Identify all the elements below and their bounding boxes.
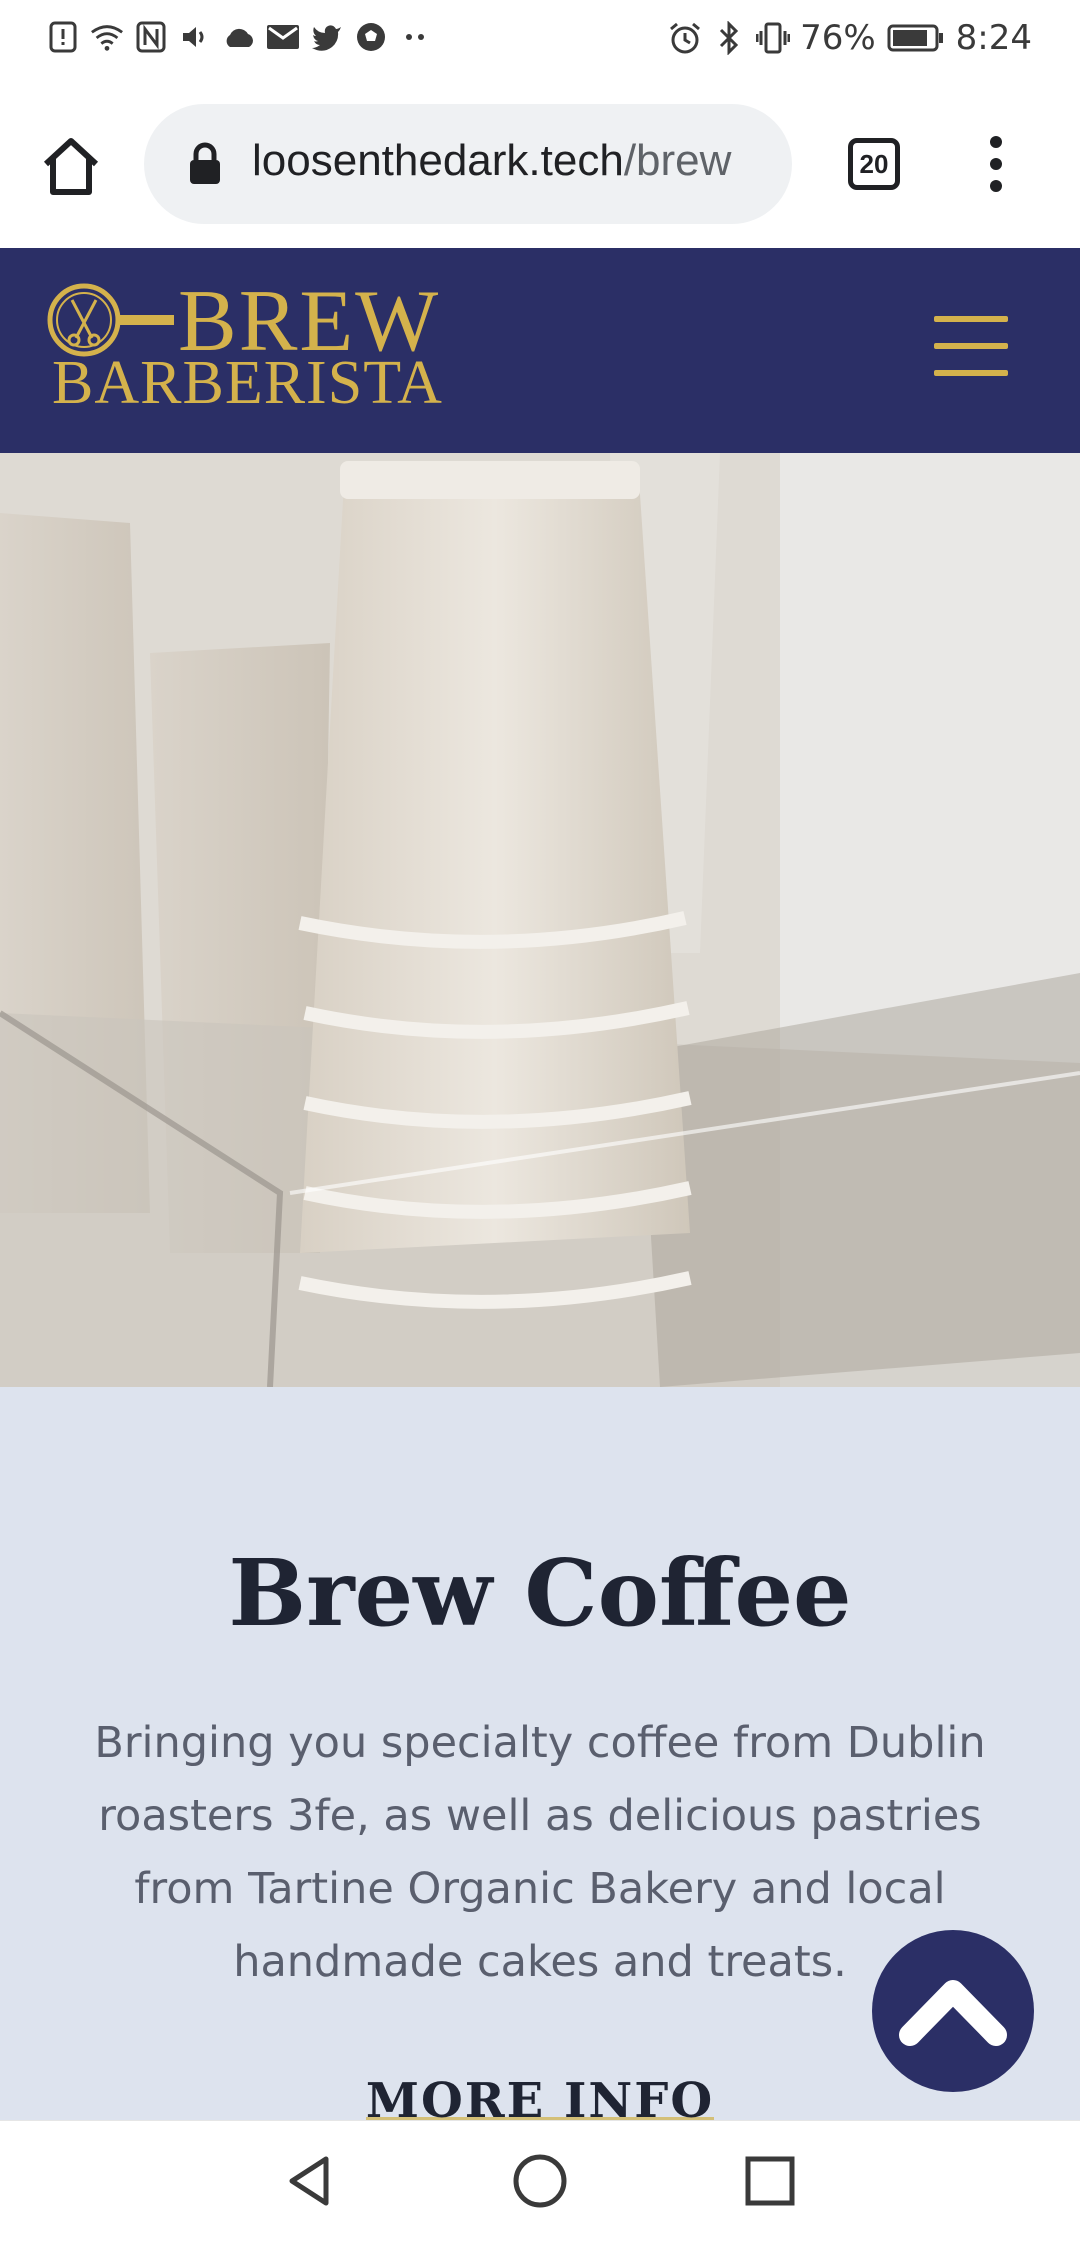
status-bar: 76% 8:24: [0, 0, 1080, 82]
lock-icon: [190, 142, 220, 184]
site-logo[interactable]: BREW BARBERISTA: [46, 274, 476, 424]
browser-menu-button[interactable]: [978, 134, 1014, 194]
bluetooth-icon: [712, 21, 746, 55]
url-domain: loosenthedark.tech: [252, 136, 624, 185]
hamburger-bar: [934, 370, 1008, 376]
logo-text-barberista: BARBERISTA: [52, 349, 443, 417]
nav-recents-button[interactable]: [740, 2151, 800, 2211]
more-info-label: MORE INFO: [365, 2073, 715, 2120]
cloud-icon: [222, 20, 256, 54]
nav-back-button[interactable]: [280, 2151, 340, 2211]
browser-toolbar: loosenthedark.tech/brew 20: [0, 82, 1080, 248]
volume-icon: [178, 20, 212, 54]
back-to-top-button[interactable]: [872, 1930, 1034, 2092]
browser-home-button[interactable]: [38, 134, 104, 200]
hamburger-bar: [934, 316, 1008, 322]
hamburger-menu-button[interactable]: [934, 316, 1008, 376]
coffee-cups-photo: [0, 453, 1080, 1387]
hero-image: [0, 453, 1080, 1387]
site-header: BREW BARBERISTA: [0, 248, 1080, 453]
alarm-icon: [668, 21, 702, 55]
status-left-icons: [46, 20, 432, 54]
status-right-icons: 76% 8:24: [668, 18, 1032, 58]
home-circle-icon: [513, 2154, 567, 2208]
back-icon: [289, 2156, 329, 2206]
section-description: Bringing you specialty coffee from Dubli…: [94, 1718, 986, 1987]
battery-icon: [886, 21, 946, 55]
football-icon: [354, 20, 388, 54]
chevron-up-icon: [899, 1980, 1007, 2046]
mail-icon: [266, 20, 300, 54]
address-bar[interactable]: loosenthedark.tech/brew: [144, 104, 792, 224]
tab-switcher-button[interactable]: 20: [848, 138, 900, 190]
battery-percent: 76%: [800, 18, 876, 58]
nav-home-button[interactable]: [510, 2151, 570, 2211]
vibrate-icon: [756, 21, 791, 55]
nfc-icon: [134, 20, 168, 54]
hamburger-bar: [934, 343, 1008, 349]
alert-icon: [46, 20, 80, 54]
recents-icon: [745, 2156, 795, 2206]
wifi-icon: [90, 20, 124, 54]
twitter-icon: [310, 20, 344, 54]
tab-count: 20: [859, 148, 889, 179]
section-title: Brew Coffee: [228, 1539, 852, 1647]
system-nav-bar: [0, 2120, 1080, 2241]
more-vert-icon: [990, 136, 1002, 192]
url-path: /brew: [623, 136, 732, 185]
home-icon: [43, 138, 99, 195]
more-dots-icon: [398, 20, 432, 54]
url-text[interactable]: loosenthedark.tech/brew: [252, 136, 772, 186]
clock: 8:24: [955, 18, 1032, 58]
